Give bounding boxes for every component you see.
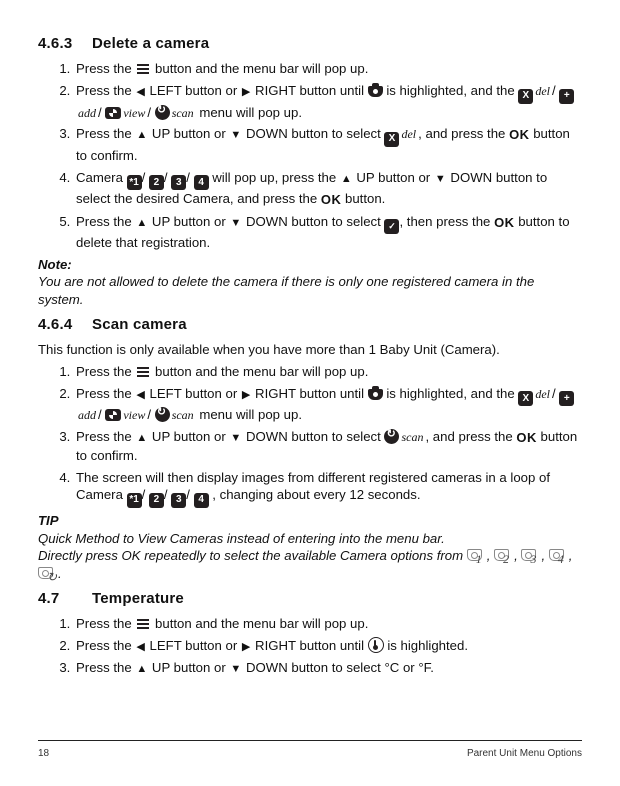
step: Press the ▲ UP button or ▼ DOWN button t… <box>74 428 582 464</box>
check-icon: ✓ <box>384 219 399 234</box>
down-icon: ▼ <box>229 217 242 229</box>
cam-option-1-icon <box>467 549 487 563</box>
camera-icon <box>368 389 383 400</box>
cam-option-2-icon <box>494 549 514 563</box>
step: Press the button and the menu bar will p… <box>74 60 582 78</box>
scan-icon <box>155 407 170 422</box>
view-icon <box>105 107 121 119</box>
footer-title: Parent Unit Menu Options <box>467 747 582 761</box>
heading-4-7: 4.7Temperature <box>38 589 582 609</box>
x-icon: X <box>384 132 399 147</box>
tip-body: Quick Method to View Cameras instead of … <box>38 530 582 583</box>
plus-icon: + <box>559 89 574 104</box>
left-icon: ◀ <box>135 389 145 401</box>
step: Press the ◀ LEFT button or ▶ RIGHT butto… <box>74 637 582 655</box>
left-icon: ◀ <box>135 86 145 98</box>
right-icon: ▶ <box>241 641 251 653</box>
right-icon: ▶ <box>241 86 251 98</box>
x-icon: X <box>518 391 533 406</box>
cam2-icon: 2 <box>149 175 164 190</box>
cam-option-4-icon <box>549 549 569 563</box>
steps-4-6-3: Press the button and the menu bar will p… <box>38 60 582 251</box>
cam3-icon: 3 <box>171 493 186 508</box>
down-icon: ▼ <box>229 129 242 141</box>
up-icon: ▲ <box>340 173 353 185</box>
step: Press the ▲ UP button or ▼ DOWN button t… <box>74 125 582 164</box>
step: The screen will then display images from… <box>74 469 582 508</box>
steps-4-7: Press the button and the menu bar will p… <box>38 615 582 677</box>
step: Press the button and the menu bar will p… <box>74 615 582 633</box>
step: Press the button and the menu bar will p… <box>74 363 582 381</box>
right-icon: ▶ <box>241 389 251 401</box>
step: Press the ◀ LEFT button or ▶ RIGHT butto… <box>74 82 582 121</box>
up-icon: ▲ <box>135 663 148 675</box>
note-body: You are not allowed to delete the camera… <box>38 273 582 309</box>
down-icon: ▼ <box>229 432 242 444</box>
up-icon: ▲ <box>135 129 148 141</box>
menu-icon <box>135 63 151 75</box>
down-icon: ▼ <box>229 663 242 675</box>
thermometer-icon <box>368 637 384 653</box>
cam4-icon: 4 <box>194 175 209 190</box>
step: Press the ▲ UP button or ▼ DOWN button t… <box>74 213 582 252</box>
menu-icon <box>135 618 151 630</box>
step: Press the ◀ LEFT button or ▶ RIGHT butto… <box>74 385 582 424</box>
scan-icon <box>384 429 399 444</box>
tip-heading: TIP <box>38 512 582 530</box>
note-heading: Note: <box>38 256 582 274</box>
plus-icon: + <box>559 391 574 406</box>
cam3-icon: 3 <box>171 175 186 190</box>
intro-text: This function is only available when you… <box>38 341 582 359</box>
steps-4-6-4: Press the button and the menu bar will p… <box>38 363 582 508</box>
menu-icon <box>135 366 151 378</box>
ok-icon: OK <box>494 215 515 230</box>
x-icon: X <box>518 89 533 104</box>
up-icon: ▲ <box>135 432 148 444</box>
up-icon: ▲ <box>135 217 148 229</box>
view-icon <box>105 409 121 421</box>
down-icon: ▼ <box>434 173 447 185</box>
cam4-icon: 4 <box>194 493 209 508</box>
cam1-icon: *1 <box>127 175 142 190</box>
cam-option-3-icon <box>521 549 541 563</box>
ok-icon: OK <box>509 127 530 142</box>
step: Press the ▲ UP button or ▼ DOWN button t… <box>74 659 582 677</box>
camera-icon <box>368 86 383 97</box>
ok-icon: OK <box>321 192 342 207</box>
cam-option-loop-icon <box>38 567 58 581</box>
left-icon: ◀ <box>135 641 145 653</box>
cam1-icon: *1 <box>127 493 142 508</box>
page-footer: 18 Parent Unit Menu Options <box>38 740 582 761</box>
step: Camera *1/ 2/ 3/ 4 will pop up, press th… <box>74 169 582 209</box>
page-number: 18 <box>38 747 49 761</box>
scan-icon <box>155 105 170 120</box>
heading-4-6-3: 4.6.3Delete a camera <box>38 34 582 54</box>
ok-icon: OK <box>516 430 537 445</box>
cam2-icon: 2 <box>149 493 164 508</box>
heading-4-6-4: 4.6.4Scan camera <box>38 315 582 335</box>
